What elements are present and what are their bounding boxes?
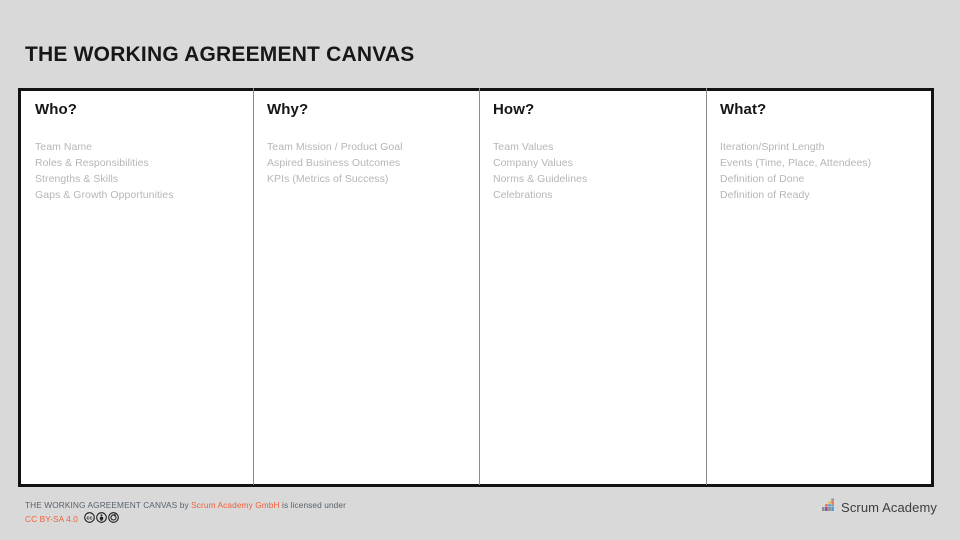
cc-by-person-icon <box>96 512 107 527</box>
license-footer: THE WORKING AGREEMENT CANVAS by Scrum Ac… <box>25 499 346 527</box>
list-item: Gaps & Growth Opportunities <box>35 189 174 202</box>
column-heading-what: What? <box>720 101 767 118</box>
brand-name: Scrum Academy <box>841 499 937 515</box>
working-agreement-canvas: Who? Team Name Roles & Responsibilities … <box>18 88 934 487</box>
list-item: Norms & Guidelines <box>493 172 588 185</box>
list-item: Team Mission / Product Goal <box>267 140 403 153</box>
column-item-list-who: Team Name Roles & Responsibilities Stren… <box>35 139 253 204</box>
canvas-column-how: How? Team Values Company Values Norms & … <box>479 88 706 485</box>
cc-logo-icon: cc <box>84 512 95 527</box>
license-by-word: by <box>179 500 189 510</box>
author-link[interactable]: Scrum Academy GmbH <box>191 500 279 510</box>
list-item: KPIs (Metrics of Success) <box>267 172 389 185</box>
column-item-list-why: Team Mission / Product Goal Aspired Busi… <box>267 139 479 188</box>
list-item: Strengths & Skills <box>35 172 119 185</box>
column-heading-why: Why? <box>267 101 309 118</box>
list-item: Team Values <box>493 140 554 153</box>
list-item: Aspired Business Outcomes <box>267 156 401 169</box>
list-item: Iteration/Sprint Length <box>720 140 825 153</box>
license-work-title: THE WORKING AGREEMENT CANVAS <box>25 500 178 510</box>
list-item: Roles & Responsibilities <box>35 156 149 169</box>
canvas-column-who: Who? Team Name Roles & Responsibilities … <box>21 91 253 484</box>
svg-text:cc: cc <box>87 515 93 521</box>
column-heading-who: Who? <box>35 101 78 118</box>
column-item-list-what: Iteration/Sprint Length Events (Time, Pl… <box>720 139 931 204</box>
page-title: THE WORKING AGREEMENT CANVAS <box>25 43 415 66</box>
license-line-2: CC BY-SA 4.0 cc <box>25 512 346 527</box>
column-item-list-how: Team Values Company Values Norms & Guide… <box>493 139 706 204</box>
brand-logo: Scrum Academy <box>822 498 937 516</box>
license-link[interactable]: CC BY-SA 4.0 <box>25 513 78 526</box>
canvas-column-what: What? Iteration/Sprint Length Events (Ti… <box>706 88 931 485</box>
license-licensed-text: is licensed under <box>282 500 346 510</box>
license-line-1: THE WORKING AGREEMENT CANVAS by Scrum Ac… <box>25 499 346 512</box>
cc-badge-group: cc <box>84 512 119 527</box>
list-item: Celebrations <box>493 189 553 202</box>
list-item: Company Values <box>493 156 573 169</box>
scrum-academy-bars-icon <box>822 498 836 516</box>
list-item: Definition of Ready <box>720 189 810 202</box>
list-item: Definition of Done <box>720 172 805 185</box>
list-item: Events (Time, Place, Attendees) <box>720 156 872 169</box>
canvas-column-why: Why? Team Mission / Product Goal Aspired… <box>253 88 479 485</box>
column-heading-how: How? <box>493 101 535 118</box>
cc-sharealike-icon <box>108 512 119 527</box>
list-item: Team Name <box>35 140 93 153</box>
